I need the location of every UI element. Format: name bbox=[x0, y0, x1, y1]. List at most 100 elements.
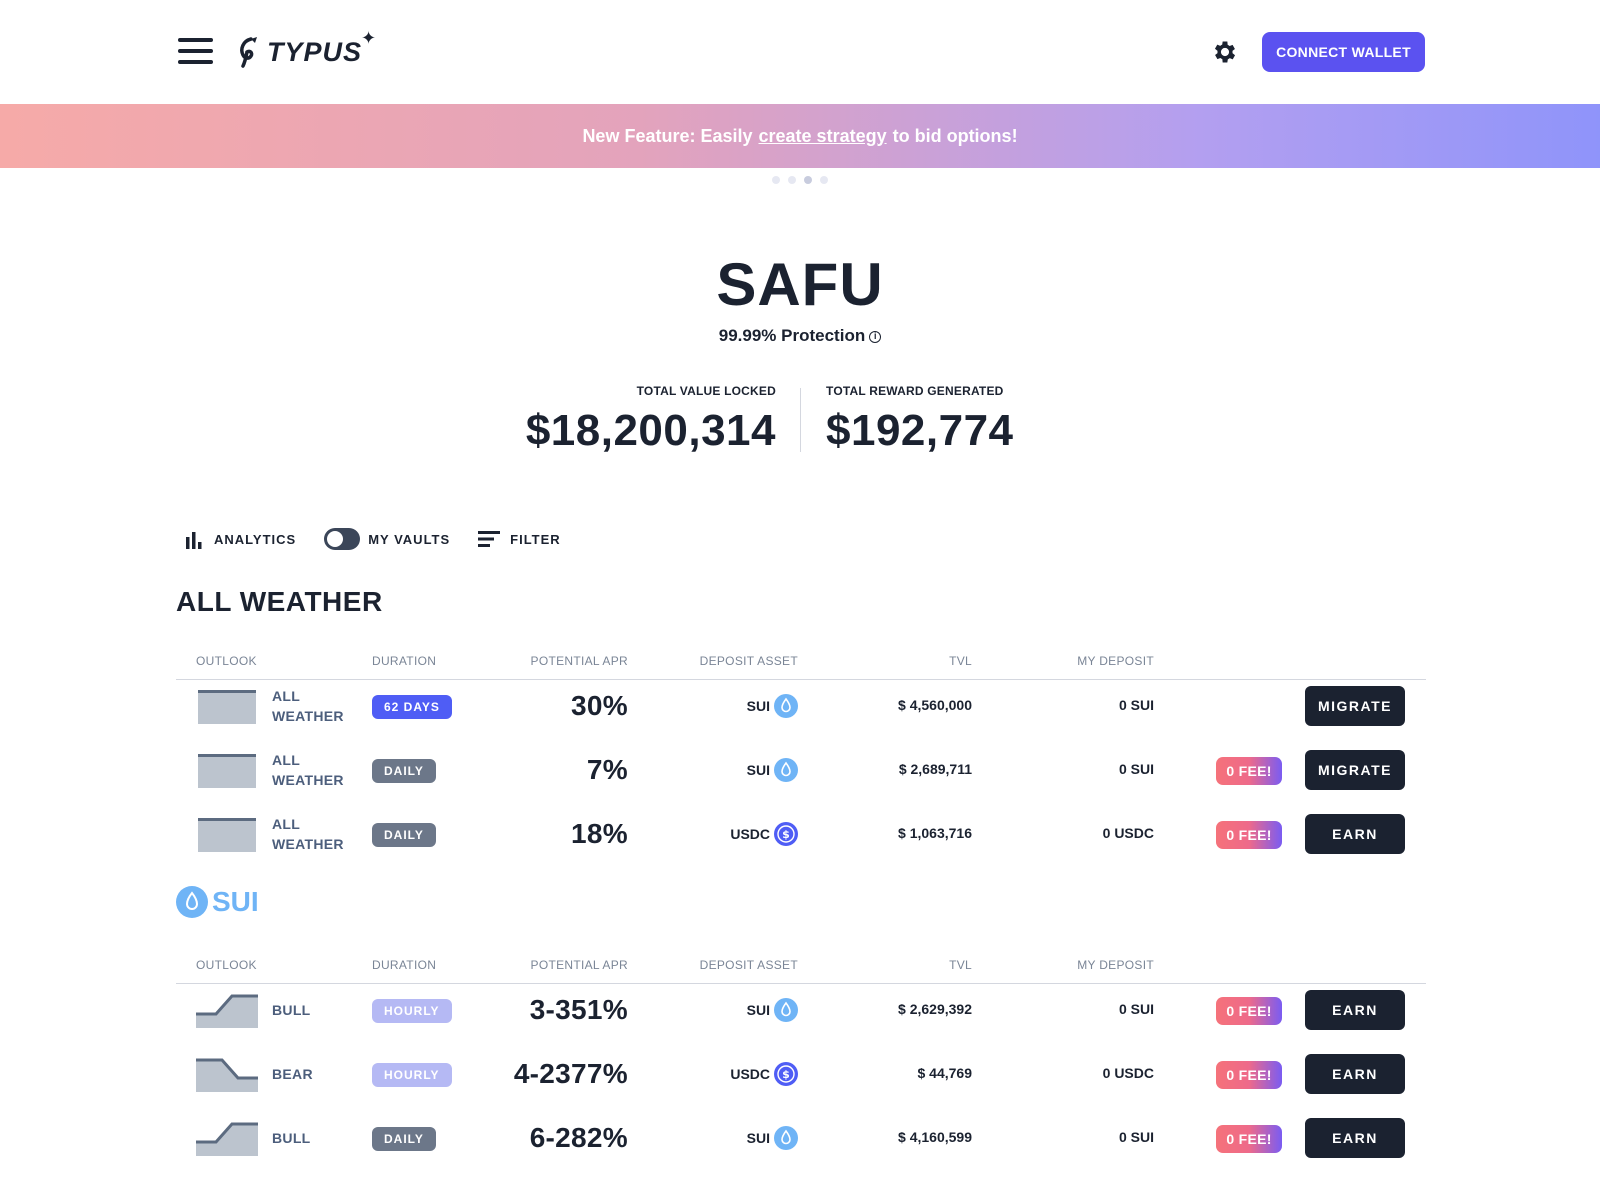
top-header: TYPUS ✦ CONNECT WALLET bbox=[0, 0, 1600, 104]
hamburger-menu-icon[interactable] bbox=[178, 38, 214, 66]
filter-lines-icon bbox=[478, 531, 501, 547]
typus-logo[interactable]: TYPUS ✦ bbox=[237, 28, 376, 74]
migrate-button[interactable]: MIGRATE bbox=[1305, 750, 1405, 790]
asset-symbol: SUI bbox=[746, 1002, 770, 1018]
duration-badge: 62 DAYS bbox=[372, 695, 452, 719]
asset-symbol: SUI bbox=[746, 698, 770, 714]
earn-button[interactable]: EARN bbox=[1305, 1054, 1405, 1094]
table-row[interactable]: BEAR HOURLY 4-2377% USDC $ $ 44,769 0 US… bbox=[176, 1042, 1426, 1106]
apr-value: 30% bbox=[571, 690, 628, 721]
sui-coin-icon bbox=[176, 886, 208, 918]
tvl-value: $ 44,769 bbox=[917, 1065, 973, 1081]
col-deposit-asset: DEPOSIT ASSET bbox=[699, 958, 798, 972]
outlook-label: ALL WEATHER bbox=[272, 752, 344, 788]
sparkle-icon: ✦ bbox=[360, 28, 377, 48]
earn-button[interactable]: EARN bbox=[1305, 1118, 1405, 1158]
tvl-value: $ 2,629,392 bbox=[898, 1001, 972, 1017]
table-row[interactable]: ALL WEATHER DAILY 18% USDC $ $ 1,063,716… bbox=[176, 802, 1426, 866]
sui-coin-icon bbox=[774, 758, 798, 782]
outlook-label: BULL bbox=[272, 1002, 311, 1018]
vault-toolbar: ANALYTICS MY VAULTS FILTER bbox=[184, 528, 589, 550]
duration-badge: DAILY bbox=[372, 1127, 436, 1151]
col-duration: DURATION bbox=[372, 654, 437, 668]
outlook-label: ALL WEATHER bbox=[272, 816, 344, 852]
tvl-value: $ 2,689,711 bbox=[898, 761, 972, 777]
apr-value: 6-282% bbox=[529, 1122, 628, 1153]
bear-outlook-icon bbox=[196, 1058, 258, 1092]
info-icon[interactable]: i bbox=[869, 330, 882, 343]
apr-value: 7% bbox=[586, 754, 628, 785]
my-vaults-toggle[interactable]: MY VAULTS bbox=[324, 528, 450, 550]
deposit-asset: SUI bbox=[747, 1126, 798, 1150]
asset-symbol: SUI bbox=[746, 762, 770, 778]
table-row[interactable]: BULL DAILY 6-282% SUI $ 4,160,599 0 SUI … bbox=[176, 1106, 1426, 1170]
filter-button[interactable]: FILTER bbox=[478, 530, 561, 548]
tvl-value: $ 1,063,716 bbox=[898, 825, 972, 841]
deposit-asset: SUI bbox=[747, 694, 798, 718]
usdc-coin-icon: $ bbox=[774, 822, 798, 846]
outlook-label: BULL bbox=[272, 1130, 311, 1146]
zero-fee-badge: 0 FEE! bbox=[1216, 1061, 1282, 1089]
duration-badge: DAILY bbox=[372, 759, 436, 783]
table-row[interactable]: BULL HOURLY 3-351% SUI $ 2,629,392 0 SUI… bbox=[176, 978, 1426, 1042]
analytics-label: ANALYTICS bbox=[214, 531, 297, 547]
table-row[interactable]: ALL WEATHER 62 DAYS 30% SUI $ 4,560,000 … bbox=[176, 674, 1426, 738]
earn-button[interactable]: EARN bbox=[1305, 990, 1405, 1030]
create-strategy-link[interactable]: create strategy bbox=[759, 126, 887, 147]
earn-button[interactable]: EARN bbox=[1305, 814, 1405, 854]
zero-fee-badge: 0 FEE! bbox=[1216, 997, 1282, 1025]
col-outlook: OUTLOOK bbox=[196, 654, 257, 668]
all-weather-outlook-icon bbox=[198, 690, 256, 724]
protection-text: 99.99% Protection bbox=[718, 326, 866, 345]
col-apr: POTENTIAL APR bbox=[530, 654, 628, 668]
col-my-deposit: MY DEPOSIT bbox=[1077, 958, 1154, 972]
bull-outlook-icon bbox=[196, 994, 258, 1028]
zero-fee-badge: 0 FEE! bbox=[1216, 821, 1282, 849]
filter-label: FILTER bbox=[510, 531, 561, 547]
duration-badge: HOURLY bbox=[372, 999, 452, 1023]
tvl-value: $18,200,314 bbox=[525, 406, 776, 455]
logo-text: TYPUS bbox=[267, 36, 363, 67]
tvl-stat: TOTAL VALUE LOCKED $18,200,314 bbox=[526, 384, 776, 456]
apr-value: 3-351% bbox=[529, 994, 628, 1025]
connect-wallet-button[interactable]: CONNECT WALLET bbox=[1262, 32, 1425, 72]
sui-section-label: SUI bbox=[212, 886, 259, 917]
outlook-label: BEAR bbox=[272, 1066, 313, 1082]
tvl-value: $ 4,160,599 bbox=[898, 1129, 972, 1145]
asset-symbol: USDC bbox=[730, 826, 770, 842]
sui-coin-icon bbox=[774, 694, 798, 718]
apr-value: 18% bbox=[571, 818, 628, 849]
all-weather-outlook-icon bbox=[198, 754, 256, 788]
my-deposit-value: 0 SUI bbox=[1118, 761, 1154, 777]
deposit-asset: SUI bbox=[747, 998, 798, 1022]
my-deposit-value: 0 USDC bbox=[1102, 825, 1154, 841]
protection-subtitle: 99.99% Protection i bbox=[0, 326, 1600, 346]
bar-chart-icon bbox=[186, 532, 202, 549]
my-deposit-value: 0 USDC bbox=[1102, 1065, 1154, 1081]
deposit-asset: USDC $ bbox=[730, 1062, 798, 1086]
deposit-asset: SUI bbox=[747, 758, 798, 782]
toggle-switch[interactable] bbox=[324, 528, 361, 550]
banner-suffix: to bid options! bbox=[892, 125, 1018, 146]
table-row[interactable]: ALL WEATHER DAILY 7% SUI $ 2,689,711 0 S… bbox=[176, 738, 1426, 802]
analytics-button[interactable]: ANALYTICS bbox=[184, 529, 296, 549]
apr-value: 4-2377% bbox=[513, 1058, 628, 1089]
tvl-label: TOTAL VALUE LOCKED bbox=[636, 384, 776, 398]
sui-coin-icon bbox=[774, 1126, 798, 1150]
svg-text:$: $ bbox=[782, 828, 790, 841]
reward-label: TOTAL REWARD GENERATED bbox=[826, 384, 1004, 398]
carousel-dot[interactable] bbox=[788, 176, 796, 184]
all-weather-outlook-icon bbox=[198, 818, 256, 852]
sui-coin-icon bbox=[774, 998, 798, 1022]
typus-logo-mark-icon bbox=[240, 37, 257, 68]
carousel-dots bbox=[0, 176, 1600, 184]
settings-gear-icon[interactable] bbox=[1211, 38, 1239, 66]
svg-text:$: $ bbox=[782, 1068, 790, 1081]
carousel-dot[interactable] bbox=[772, 176, 780, 184]
my-deposit-value: 0 SUI bbox=[1118, 697, 1154, 713]
reward-stat: TOTAL REWARD GENERATED $192,774 bbox=[826, 384, 1014, 456]
col-apr: POTENTIAL APR bbox=[530, 958, 628, 972]
carousel-dot-active[interactable] bbox=[804, 176, 812, 184]
migrate-button[interactable]: MIGRATE bbox=[1305, 686, 1405, 726]
carousel-dot[interactable] bbox=[820, 176, 828, 184]
